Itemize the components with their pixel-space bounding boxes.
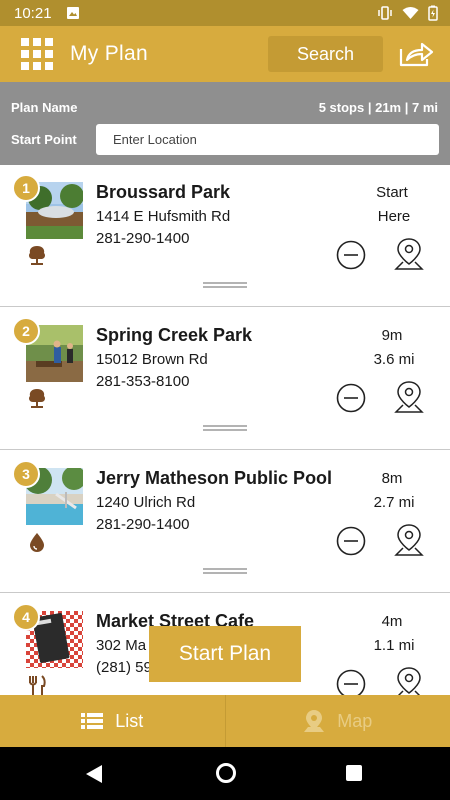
stop-row[interactable]: 2 Spring Creek Park 15012 Brown Rd 281-3… [0,308,450,450]
map-marker-icon [304,710,325,732]
app-bar: My Plan Search [0,26,450,82]
stop-distance: Here [377,208,411,225]
stop-address: 302 Ma [96,637,147,654]
remove-stop-icon[interactable] [336,526,366,556]
battery-icon [428,5,438,21]
tab-map[interactable]: Map [226,695,450,747]
share-icon[interactable] [398,40,434,68]
stop-row[interactable]: 3 Jerry Matheson Public Pool 1240 Ulrich… [0,451,450,593]
stop-name: Jerry Matheson Public Pool [96,468,333,488]
stop-travel-time: Start [376,184,408,201]
stop-name: Broussard Park [96,182,231,202]
recent-apps-icon[interactable] [346,765,362,781]
grid-menu-icon[interactable] [21,38,53,70]
stop-distance: 2.7 mi [373,494,415,511]
map-pin-icon[interactable] [394,523,424,557]
stop-distance: 3.6 mi [373,351,415,368]
stop-phone[interactable]: (281) 59 [96,659,152,676]
wifi-icon [402,7,419,19]
start-plan-button[interactable]: Start Plan [149,626,301,682]
stop-travel-time: 8m [381,470,403,487]
tree-icon [29,246,45,265]
start-location-input[interactable] [96,124,439,155]
vibrate-icon [378,6,392,20]
stop-phone[interactable]: 281-290-1400 [96,516,189,533]
remove-stop-icon[interactable] [336,240,366,270]
drag-handle[interactable] [203,425,247,432]
system-nav-bar [0,747,450,800]
stop-distance: 1.1 mi [373,637,415,654]
plan-header: Plan Name 5 stops | 21m | 7 mi Start Poi… [0,82,450,165]
stop-travel-time: 4m [381,613,403,630]
stop-travel-time: 9m [381,327,403,344]
plan-summary: 5 stops | 21m | 7 mi [318,100,438,115]
status-bar: 10:21 [0,0,450,26]
fork-knife-icon [29,675,46,695]
stop-phone[interactable]: 281-290-1400 [96,230,189,247]
page-title: My Plan [70,42,148,65]
stop-number-badge: 4 [12,603,40,631]
stop-number-badge: 3 [12,460,40,488]
status-time: 10:21 [14,4,52,22]
back-icon[interactable] [85,764,103,784]
home-icon[interactable] [216,763,236,783]
map-pin-icon[interactable] [394,380,424,414]
stop-name: Spring Creek Park [96,325,253,345]
remove-stop-icon[interactable] [336,383,366,413]
stop-row[interactable]: 1 Broussard Park 1414 E Hufsmith Rd 281-… [0,165,450,307]
stop-number-badge: 1 [12,174,40,202]
start-point-label: Start Point [11,132,77,147]
list-icon [81,713,104,729]
tab-list[interactable]: List [0,695,226,747]
gallery-notification-icon [66,7,79,19]
stop-address: 1240 Ulrich Rd [96,494,196,511]
search-button[interactable]: Search [268,36,383,72]
tree-icon [29,389,45,408]
plan-name-label: Plan Name [11,100,78,115]
drag-handle[interactable] [203,282,247,289]
tab-map-label: Map [337,710,373,731]
stop-phone[interactable]: 281-353-8100 [96,373,189,390]
drag-handle[interactable] [203,568,247,575]
map-pin-icon[interactable] [394,237,424,271]
stop-address: 15012 Brown Rd [96,351,208,368]
tab-list-label: List [115,710,144,731]
water-drop-icon [30,533,44,552]
bottom-tab-bar: List Map [0,695,450,747]
stop-number-badge: 2 [12,317,40,345]
stop-address: 1414 E Hufsmith Rd [96,208,231,225]
